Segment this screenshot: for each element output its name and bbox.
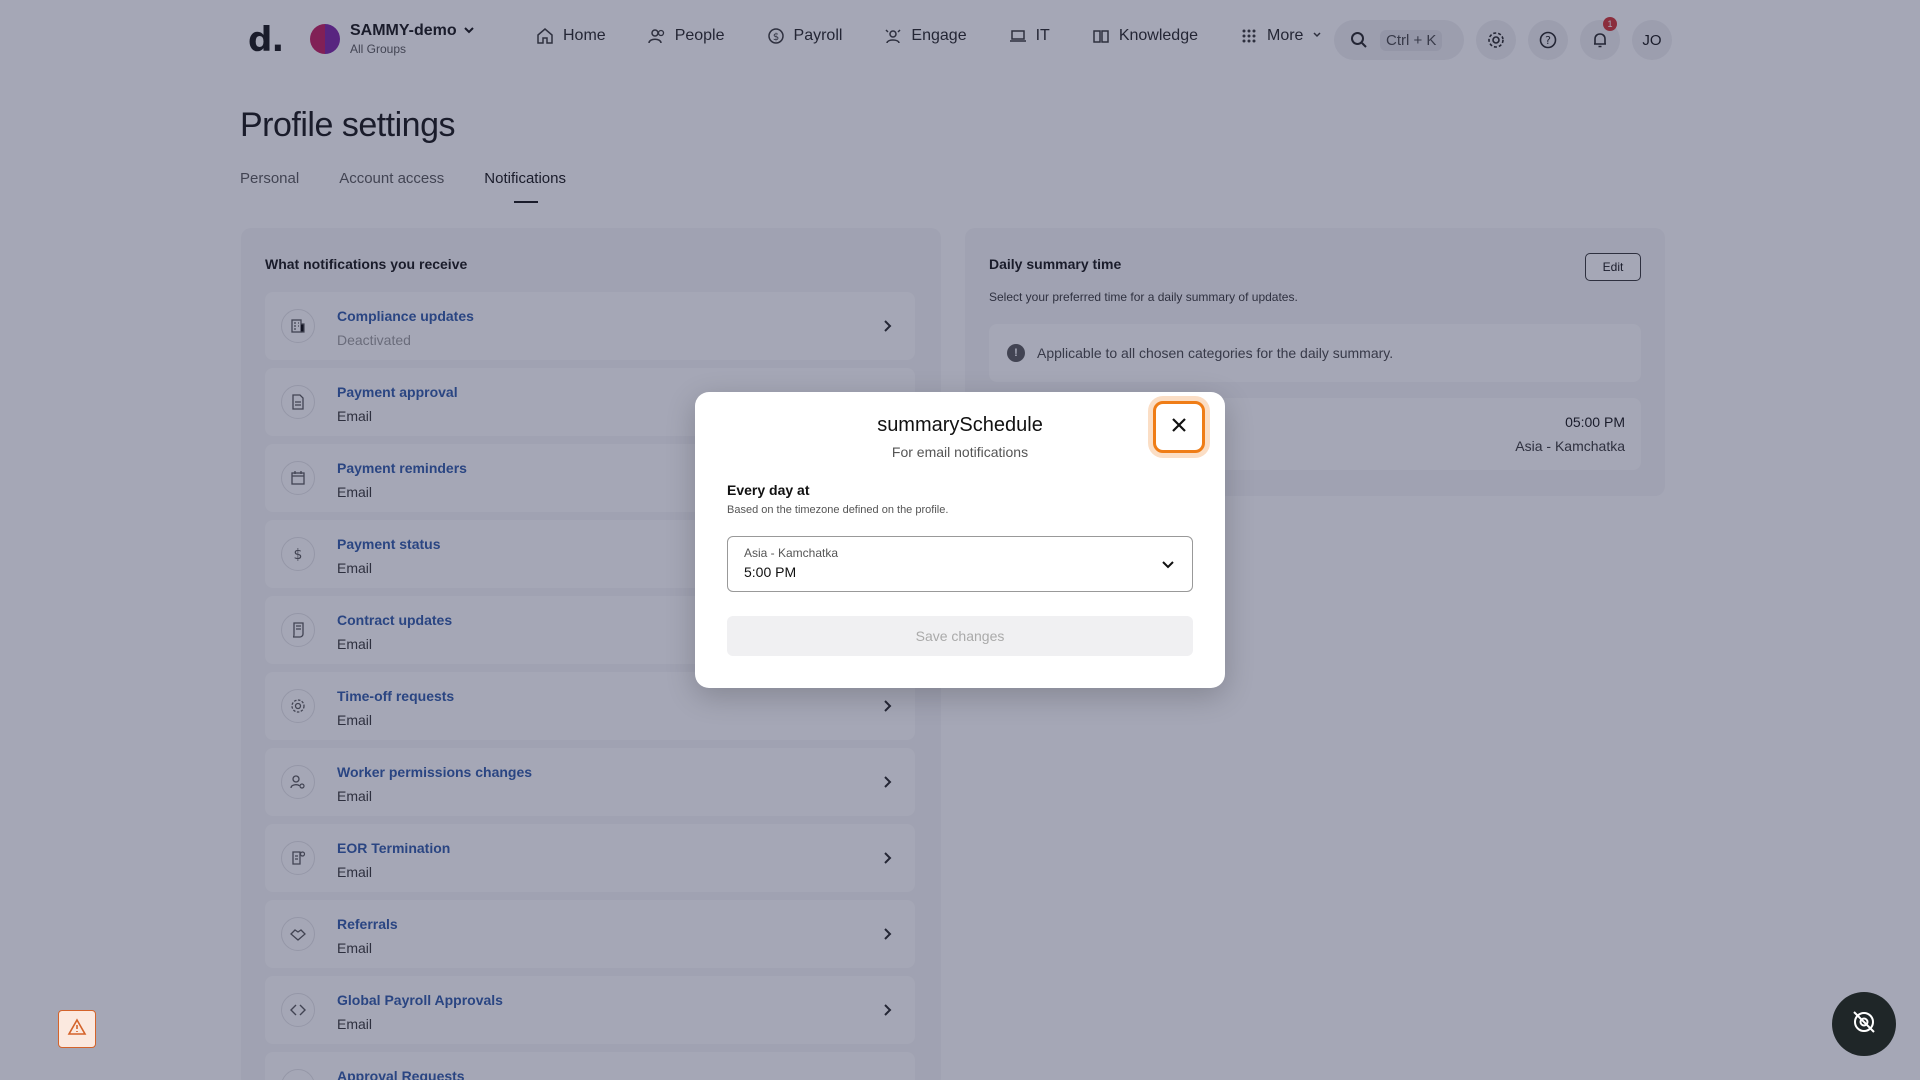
schedule-hint: Based on the timezone defined on the pro… (727, 504, 949, 516)
assistant-fab-button[interactable] (1832, 992, 1896, 1056)
chevron-down-icon (1160, 556, 1176, 572)
time-select[interactable]: Asia - Kamchatka 5:00 PM (727, 536, 1193, 592)
summary-schedule-modal: summarySchedule For email notifications … (695, 392, 1225, 688)
close-button[interactable] (1153, 401, 1205, 453)
modal-subtitle: For email notifications (891, 444, 1029, 460)
eye-off-icon (1850, 1008, 1878, 1041)
modal-title: summarySchedule (877, 414, 1043, 436)
time-select-value: 5:00 PM (744, 564, 797, 580)
warning-icon (67, 1017, 87, 1041)
close-icon (1170, 416, 1188, 439)
time-select-label: Asia - Kamchatka (744, 546, 839, 560)
schedule-label: Every day at (727, 482, 810, 498)
warning-button[interactable] (58, 1010, 96, 1048)
save-changes-button[interactable]: Save changes (727, 616, 1193, 656)
